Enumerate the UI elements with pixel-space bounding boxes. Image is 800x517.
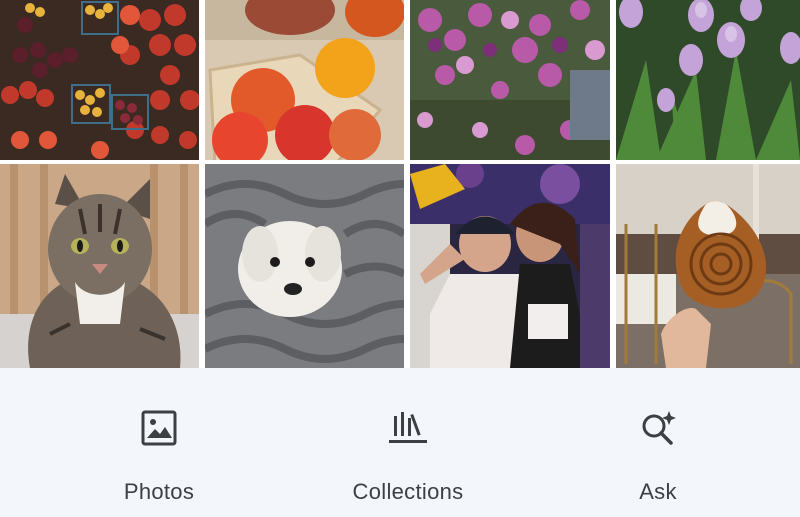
photo-white-dog-blanket[interactable] bbox=[205, 164, 404, 368]
photo-tabby-cat[interactable] bbox=[0, 164, 199, 368]
bottom-navigation-bar: Photos Collections Ask bbox=[0, 368, 800, 517]
photo-friends-party[interactable] bbox=[410, 164, 610, 368]
photo-orchids[interactable] bbox=[410, 0, 610, 160]
photo-grid bbox=[0, 0, 800, 368]
photo-pastry-cafe[interactable] bbox=[616, 164, 800, 368]
photo-tulips[interactable] bbox=[616, 0, 800, 160]
search-sparkle-icon bbox=[638, 408, 678, 448]
nav-item-photos[interactable]: Photos bbox=[49, 368, 269, 517]
nav-label-collections: Collections bbox=[352, 479, 464, 504]
collections-icon bbox=[388, 408, 428, 448]
nav-label-ask: Ask bbox=[639, 479, 677, 504]
nav-item-collections[interactable]: Collections bbox=[298, 368, 518, 517]
image-icon bbox=[139, 408, 179, 448]
nav-label-photos: Photos bbox=[123, 479, 195, 504]
nav-item-ask[interactable]: Ask bbox=[548, 368, 768, 517]
photo-tomatoes-market[interactable] bbox=[0, 0, 199, 160]
photo-tomatoes-basket[interactable] bbox=[205, 0, 404, 160]
